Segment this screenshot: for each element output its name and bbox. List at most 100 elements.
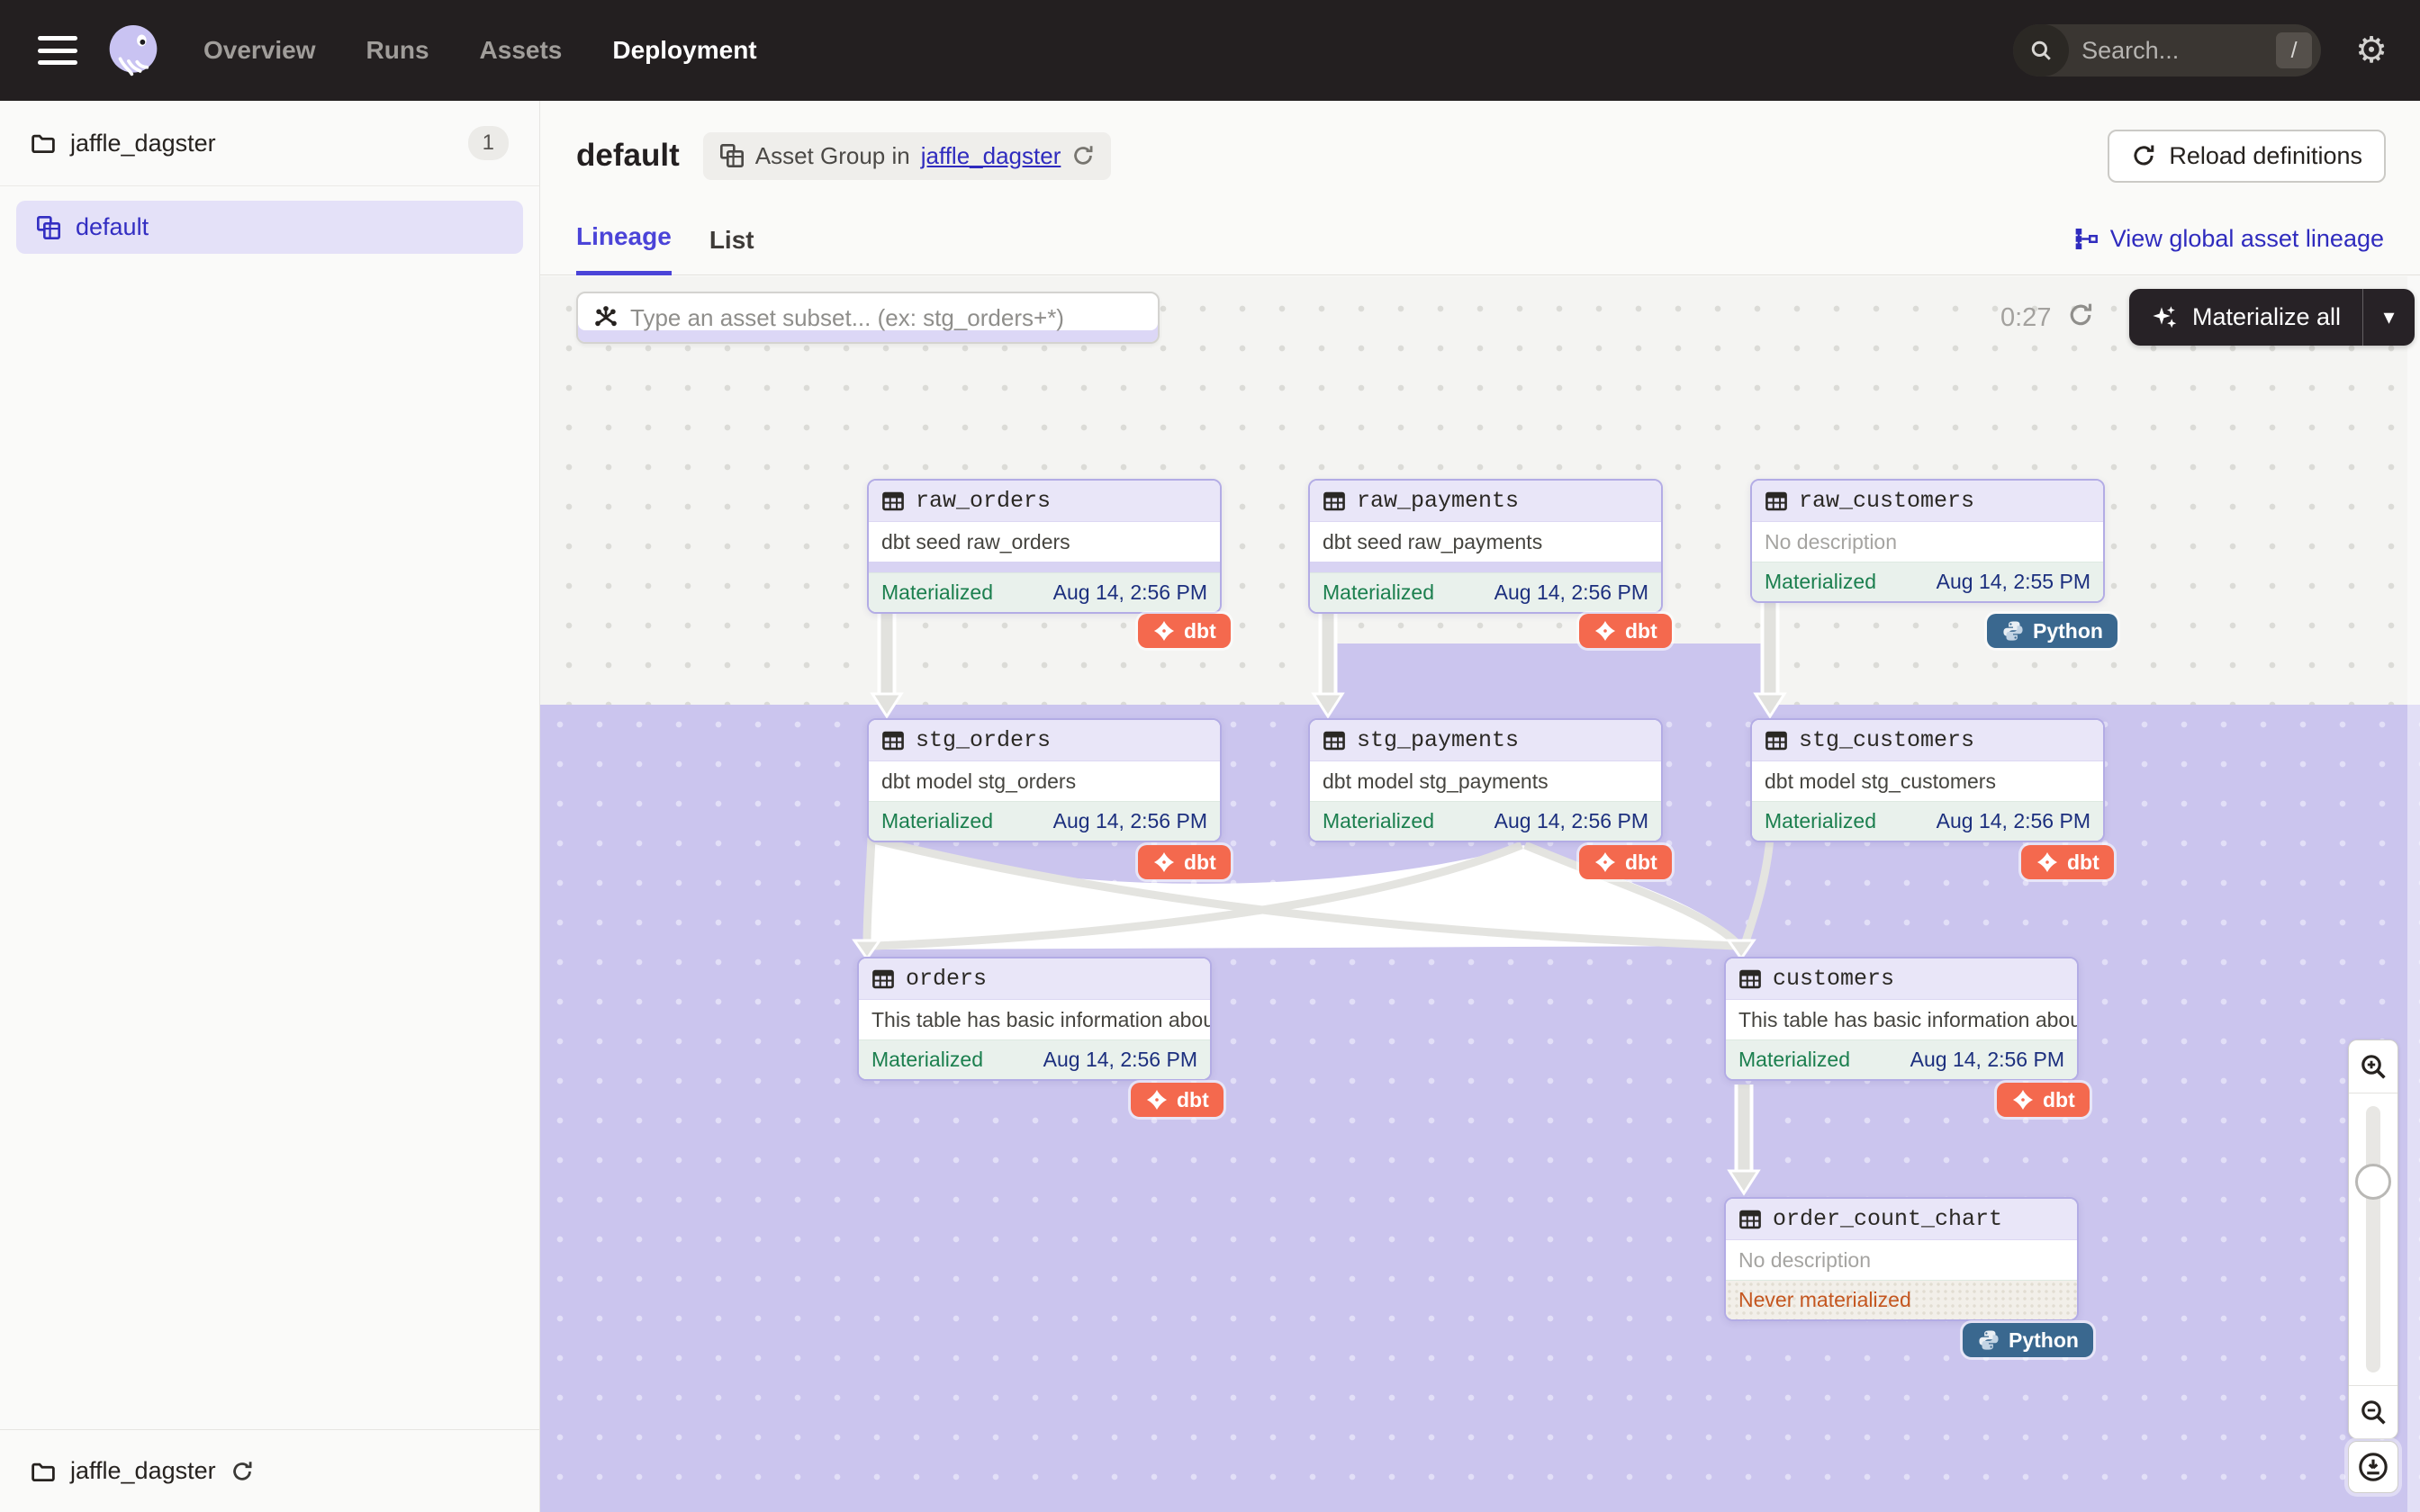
status-time[interactable]: Aug 14, 2:56 PM xyxy=(1910,1048,2064,1072)
tabs: Lineage List View global asset lineage xyxy=(540,203,2420,275)
main-pane: default Asset Group in jaffle_dagster Re… xyxy=(540,101,2420,1512)
nav-item-overview[interactable]: Overview xyxy=(203,36,316,65)
refresh-icon xyxy=(2131,143,2156,168)
sidebar: jaffle_dagster 1 default jaffle_dagster xyxy=(0,101,540,1512)
sidebar-repo-row[interactable]: jaffle_dagster 1 xyxy=(0,101,539,186)
asset-node-raw-orders[interactable]: raw_orders dbt seed raw_orders Materiali… xyxy=(867,479,1222,614)
status-label: Materialized xyxy=(1323,580,1434,605)
zoom-in-button[interactable] xyxy=(2349,1040,2397,1093)
dbt-icon xyxy=(2036,850,2059,874)
status-time[interactable]: Aug 14, 2:55 PM xyxy=(1937,570,2090,594)
status-label: Materialized xyxy=(1765,809,1876,833)
asset-subset-filter[interactable] xyxy=(576,292,1160,344)
dbt-badge[interactable]: dbt xyxy=(1579,845,1672,879)
zoom-out-button[interactable] xyxy=(2349,1386,2397,1438)
tab-list[interactable]: List xyxy=(709,226,754,274)
status-label: Materialized xyxy=(871,1048,983,1072)
python-badge[interactable]: Python xyxy=(1987,614,2118,648)
asset-node-stg-orders[interactable]: stg_orders dbt model stg_orders Material… xyxy=(867,718,1222,842)
badge-label: dbt xyxy=(1184,619,1216,644)
table-icon xyxy=(1738,1208,1762,1231)
gear-icon[interactable]: ⚙ xyxy=(2355,32,2388,68)
nav-item-runs[interactable]: Runs xyxy=(366,36,429,65)
op-selector-icon xyxy=(592,304,619,331)
python-badge[interactable]: Python xyxy=(1963,1323,2093,1357)
asset-description: dbt model stg_payments xyxy=(1310,761,1661,801)
folder-icon xyxy=(31,130,56,156)
download-image-button[interactable] xyxy=(2348,1441,2398,1493)
dbt-icon xyxy=(1594,619,1617,643)
refresh-icon[interactable] xyxy=(1071,144,1095,167)
refresh-timer: 0:27 xyxy=(2000,303,2051,333)
materialize-options-caret[interactable]: ▾ xyxy=(2362,289,2415,346)
asset-group-icon xyxy=(719,143,745,168)
dbt-badge[interactable]: dbt xyxy=(1138,614,1231,648)
dbt-badge[interactable]: dbt xyxy=(1997,1083,2090,1117)
asset-node-orders[interactable]: orders This table has basic information … xyxy=(857,957,1212,1081)
reload-definitions-button[interactable]: Reload definitions xyxy=(2108,130,2386,183)
status-time[interactable]: Aug 14, 2:56 PM xyxy=(1043,1048,1197,1072)
dagster-logo-icon[interactable] xyxy=(103,20,164,81)
asset-node-raw-payments[interactable]: raw_payments dbt seed raw_payments Mater… xyxy=(1308,479,1663,614)
status-time[interactable]: Aug 14, 2:56 PM xyxy=(1053,809,1207,833)
asset-description: dbt model stg_orders xyxy=(869,761,1220,801)
asset-node-stg-payments[interactable]: stg_payments dbt model stg_payments Mate… xyxy=(1308,718,1663,842)
caret-down-icon: ▾ xyxy=(2384,304,2395,330)
status-label: Materialized xyxy=(1738,1048,1850,1072)
view-global-asset-lineage-link[interactable]: View global asset lineage xyxy=(2074,225,2384,274)
search-icon xyxy=(2013,24,2069,76)
lineage-graph[interactable]: 0:27 Materialize all ▾ raw_orders dbt se… xyxy=(540,276,2420,1512)
status-label: Materialized xyxy=(881,809,993,833)
asset-description: This table has basic information about .… xyxy=(859,1000,1210,1040)
dbt-badge[interactable]: dbt xyxy=(1579,614,1672,648)
refresh-icon[interactable] xyxy=(230,1460,254,1483)
materialize-all-split-button: Materialize all ▾ xyxy=(2129,289,2415,346)
badge-label: dbt xyxy=(1625,619,1657,644)
dbt-badge[interactable]: dbt xyxy=(2021,845,2114,879)
asset-group-tag: Asset Group in jaffle_dagster xyxy=(703,132,1112,180)
nav-item-deployment[interactable]: Deployment xyxy=(612,36,756,65)
badge-label: dbt xyxy=(1184,850,1216,875)
search-placeholder: Search... xyxy=(2081,37,2276,65)
sidebar-item-default[interactable]: default xyxy=(16,201,523,254)
asset-node-raw-customers[interactable]: raw_customers No description Materialize… xyxy=(1750,479,2105,603)
zoom-slider-handle[interactable] xyxy=(2355,1164,2391,1200)
status-time[interactable]: Aug 14, 2:56 PM xyxy=(1053,580,1207,605)
page-title: default xyxy=(576,138,680,174)
dbt-badge[interactable]: dbt xyxy=(1138,845,1231,879)
dbt-icon xyxy=(1594,850,1617,874)
status-time[interactable]: Aug 14, 2:56 PM xyxy=(1494,809,1648,833)
asset-node-stg-customers[interactable]: stg_customers dbt model stg_customers Ma… xyxy=(1750,718,2105,842)
repo-name: jaffle_dagster xyxy=(70,130,216,158)
zoom-slider-track[interactable] xyxy=(2366,1106,2380,1372)
asset-subset-input[interactable] xyxy=(630,304,1143,332)
zoom-controls xyxy=(2348,1040,2398,1439)
zoom-slider[interactable] xyxy=(2349,1093,2397,1386)
asset-node-order-count-chart[interactable]: order_count_chart No description Never m… xyxy=(1724,1197,2079,1321)
status-time[interactable]: Aug 14, 2:56 PM xyxy=(1494,580,1648,605)
materialize-all-button[interactable]: Materialize all xyxy=(2129,289,2362,346)
status-time[interactable]: Aug 14, 2:56 PM xyxy=(1937,809,2090,833)
refresh-icon[interactable] xyxy=(2067,302,2094,328)
dbt-badge[interactable]: dbt xyxy=(1131,1083,1224,1117)
table-icon xyxy=(1765,729,1788,752)
asset-description: dbt seed raw_payments xyxy=(1310,522,1661,562)
nav-item-assets[interactable]: Assets xyxy=(480,36,563,65)
badge-label: dbt xyxy=(2043,1088,2075,1112)
menu-icon[interactable] xyxy=(38,36,77,65)
dbt-icon xyxy=(1145,1088,1169,1112)
badge-label: Python xyxy=(2009,1328,2079,1353)
asset-name: stg_customers xyxy=(1799,727,1974,753)
primary-nav: Overview Runs Assets Deployment xyxy=(203,36,757,65)
search-input[interactable]: Search... / xyxy=(2013,24,2321,76)
repo-link[interactable]: jaffle_dagster xyxy=(921,142,1061,170)
scrollbar-gutter[interactable] xyxy=(2407,276,2420,1512)
asset-node-customers[interactable]: customers This table has basic informati… xyxy=(1724,957,2079,1081)
asset-name: stg_payments xyxy=(1357,727,1519,753)
asset-description: dbt model stg_customers xyxy=(1752,761,2103,801)
tab-lineage[interactable]: Lineage xyxy=(576,222,672,275)
asset-name: orders xyxy=(906,966,987,992)
zoom-in-icon xyxy=(2359,1052,2388,1081)
dbt-icon xyxy=(1152,850,1176,874)
table-icon xyxy=(881,729,905,752)
